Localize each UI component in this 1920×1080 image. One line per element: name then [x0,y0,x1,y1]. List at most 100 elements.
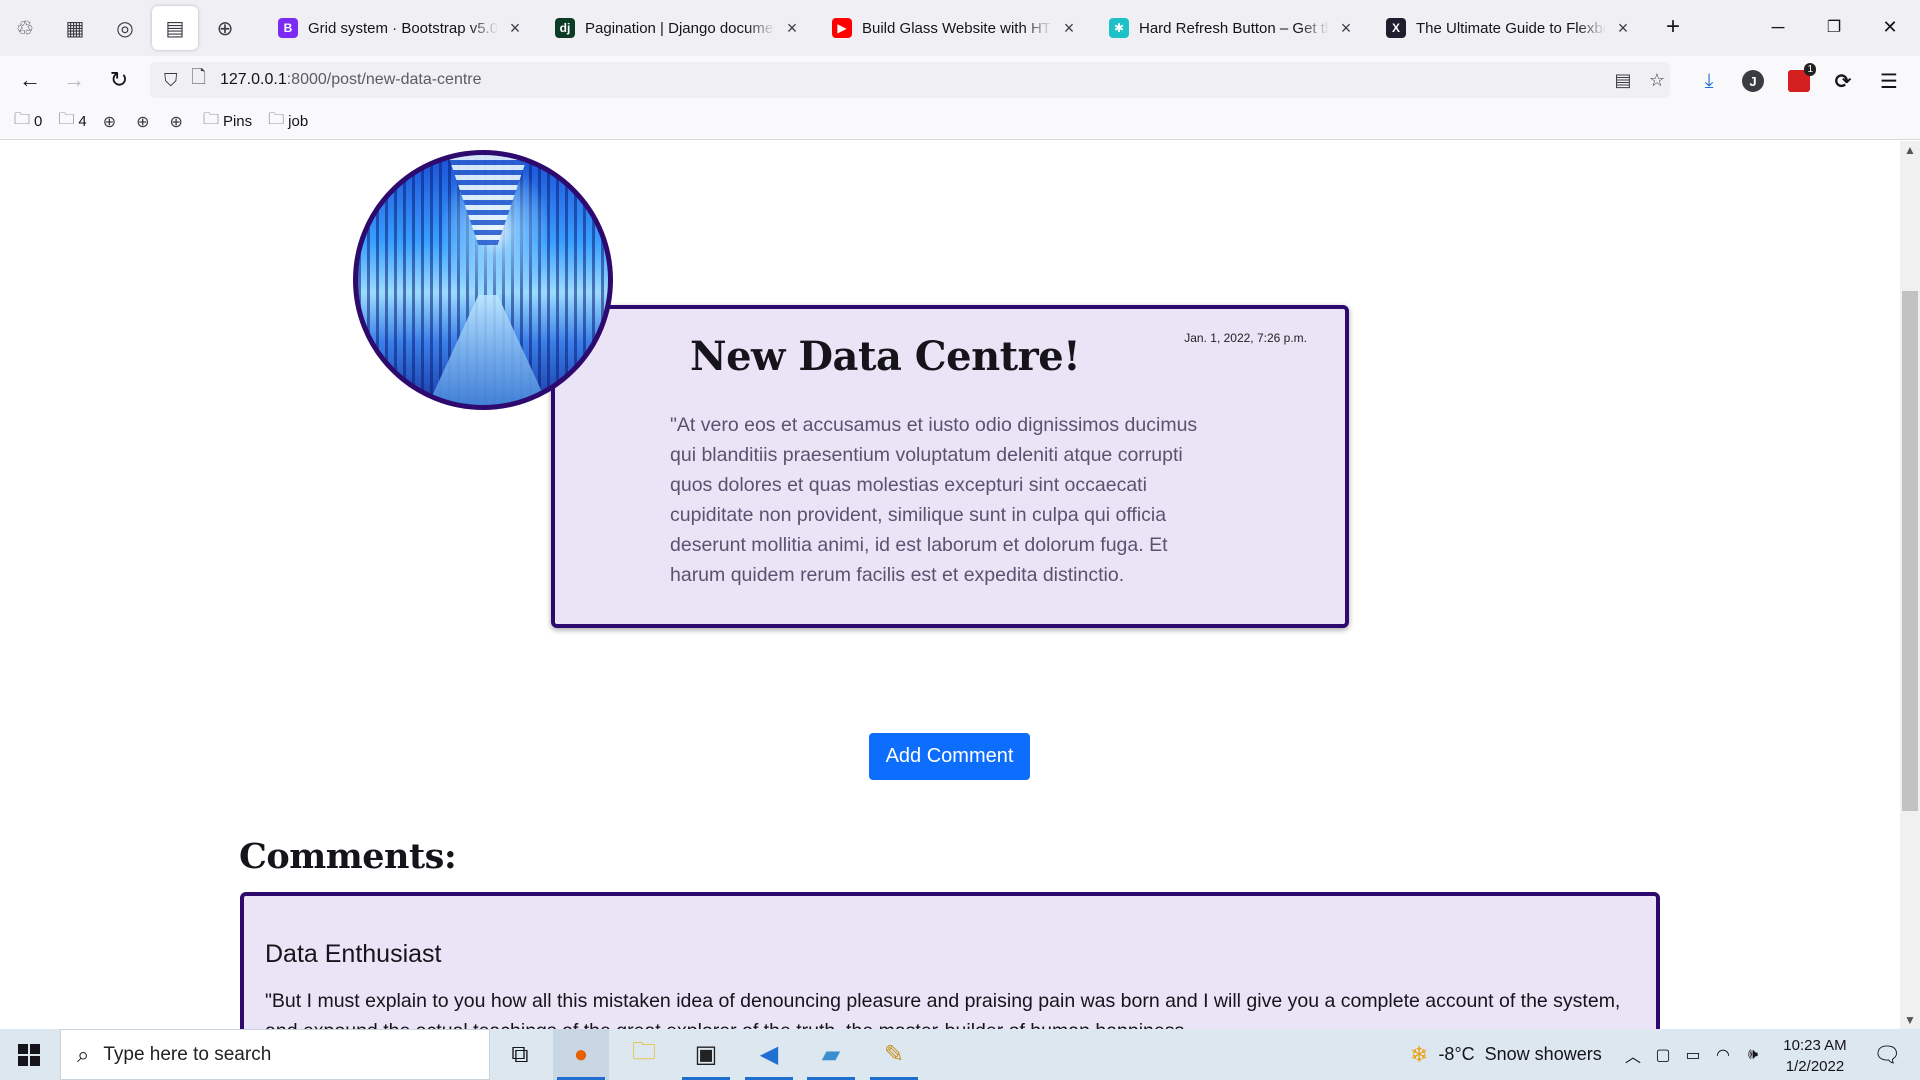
task-view-button[interactable]: ⧉ [492,1029,548,1080]
globe-icon: ⊕ [169,113,183,131]
pinned-tab-icon: ◎ [116,17,134,40]
image-ceiling-lights [448,155,528,245]
post-card: New Data Centre! Jan. 1, 2022, 7:26 p.m.… [551,305,1349,628]
bootstrap-favicon-icon: B [278,18,298,38]
comments-heading: Comments: [239,836,457,877]
notification-center-icon[interactable]: 🗨 [1862,1029,1912,1080]
restore-button[interactable]: ❐ [1811,8,1857,46]
tab-flexbox-guide[interactable]: X The Ultimate Guide to Flexbox × [1376,6,1644,50]
minimize-button[interactable]: ─ [1755,8,1801,46]
reader-view-icon[interactable]: ▤ [1608,66,1638,94]
extension-favicon-icon: ✱ [1109,18,1129,38]
tab-bar: ♲ ▦ ◎ ▤ ⊕ B Grid system · Bootstrap v5.0… [0,0,1920,56]
clock-date: 1/2/2022 [1785,1058,1845,1075]
close-window-button[interactable]: ✕ [1867,8,1913,46]
profile-initial: J [1742,70,1764,92]
close-tab-icon[interactable]: × [1335,18,1357,39]
tray-chevron-up-icon[interactable]: ︿ [1620,1029,1646,1080]
close-tab-icon[interactable]: × [1058,18,1080,39]
sync-icon[interactable]: ⟳ [1826,66,1860,96]
close-tab-icon[interactable]: × [1612,18,1634,39]
scroll-down-arrow-icon[interactable]: ▼ [1900,1013,1920,1027]
search-placeholder: Type here to search [103,1043,272,1065]
weather-temp: -8°C [1438,1044,1475,1064]
tab-glass-website[interactable]: ▶ Build Glass Website with HTML × [822,6,1090,50]
pinned-tab-icon: ▤ [165,17,185,40]
windows-taskbar: ⌕ Type here to search ⧉ ● 🗀 ▣ ◀ ▰ ✎ ❄ -8… [0,1029,1920,1080]
weather-widget[interactable]: ❄ -8°C Snow showers [1410,1029,1602,1080]
comment-author: Data Enthusiast [265,940,442,968]
taskbar-terminal[interactable]: ▣ [678,1029,734,1080]
bookmark-globe-3[interactable]: ⊕ [170,112,187,132]
address-bar[interactable]: ⛉ 🗋 127.0.0.1:8000/post/new-data-centre … [150,62,1670,98]
url-path: :8000/post/new-data-centre [286,71,482,88]
pinned-tab-2[interactable]: ▦ [52,6,98,50]
bookmark-folder-4[interactable]: 🗀 4 [58,108,86,135]
tab-title: The Ultimate Guide to Flexbox [1416,19,1606,37]
bookmark-label: 0 [34,113,43,130]
tab-title: Build Glass Website with HTML [862,19,1052,37]
reload-icon: ↻ [109,67,129,92]
page-icon[interactable]: 🗋 [192,65,206,95]
tab-bootstrap-grid[interactable]: B Grid system · Bootstrap v5.0 × [268,6,536,50]
page-viewport: New Data Centre! Jan. 1, 2022, 7:26 p.m.… [0,141,1900,1029]
pinned-tab-1[interactable]: ♲ [2,6,48,50]
tab-title: Pagination | Django documentation [585,19,775,37]
pinned-tab-3[interactable]: ◎ [102,6,148,50]
battery-icon[interactable]: ▭ [1680,1029,1706,1080]
comment-text: "But I must explain to you how all this … [265,990,1621,1029]
taskbar-notepad[interactable]: ▰ [803,1029,859,1080]
bookmark-globe-1[interactable]: ⊕ [103,112,120,132]
bookmark-globe-2[interactable]: ⊕ [136,112,153,132]
tab-django-pagination[interactable]: dj Pagination | Django documentation × [545,6,813,50]
close-tab-icon[interactable]: × [781,18,803,39]
profile-avatar[interactable]: J [1736,66,1770,96]
meet-now-icon[interactable]: ▢ [1650,1029,1676,1080]
add-comment-button[interactable]: Add Comment [869,733,1030,780]
paint-icon: ✎ [883,1041,905,1068]
bookmark-folder-0[interactable]: 🗀 0 [14,108,42,135]
folder-icon: 🗀 [268,111,285,128]
extension-button[interactable]: 1 [1782,63,1816,96]
system-clock[interactable]: 10:23 AM 1/2/2022 [1770,1035,1860,1077]
pinned-tab-icon: ▦ [65,17,85,40]
bookmarks-toolbar: 🗀 0 🗀 4 ⊕ ⊕ ⊕ 🗀 Pins 🗀 job [0,104,1920,140]
reload-button[interactable]: ↻ [101,64,137,96]
tab-hard-refresh[interactable]: ✱ Hard Refresh Button – Get this × [1099,6,1367,50]
start-button[interactable] [0,1029,58,1080]
taskbar-search[interactable]: ⌕ Type here to search [60,1029,490,1080]
bookmark-star-icon[interactable]: ☆ [1642,66,1672,94]
wifi-icon[interactable]: ◠ [1710,1029,1736,1080]
taskbar-firefox[interactable]: ● [553,1029,609,1080]
post-date: Jan. 1, 2022, 7:26 p.m. [1184,331,1307,345]
pinned-tab-4-active[interactable]: ▤ [152,6,198,50]
arrow-left-icon: ← [19,67,41,92]
back-button[interactable]: ← [12,64,48,96]
folder-icon: 🗀 [58,111,75,128]
pinned-tab-icon: ♲ [16,17,34,40]
new-tab-button[interactable]: + [1650,8,1696,46]
scroll-up-arrow-icon[interactable]: ▲ [1900,143,1920,157]
taskbar-file-explorer[interactable]: 🗀 [616,1029,672,1080]
globe-icon: ⊕ [102,113,117,131]
pinned-tab-icon: ⊕ [216,17,234,40]
scrollbar-thumb[interactable] [1902,291,1918,811]
forward-button[interactable]: → [56,64,92,96]
pinned-tab-5[interactable]: ⊕ [202,6,248,50]
downloads-icon[interactable]: ⤓ [1692,66,1726,96]
shield-icon[interactable]: ⛉ [164,70,178,91]
tab-title: Hard Refresh Button – Get this [1139,19,1329,37]
menu-icon[interactable]: ☰ [1872,66,1906,96]
taskbar-paint[interactable]: ✎ [866,1029,922,1080]
url-host: 127.0.0.1 [219,71,287,88]
bookmark-label: job [288,113,309,130]
page-scrollbar[interactable]: ▲ ▼ [1900,141,1920,1029]
notepad-icon: ▰ [821,1041,841,1068]
snow-weather-icon: ❄ [1410,1041,1429,1067]
bookmark-folder-pins[interactable]: 🗀 Pins [203,108,252,135]
taskbar-vscode[interactable]: ◀ [741,1029,797,1080]
bookmark-folder-job[interactable]: 🗀 job [268,108,308,135]
search-icon: ⌕ [77,1041,90,1067]
volume-icon[interactable]: 🕪 [1740,1029,1766,1080]
close-tab-icon[interactable]: × [504,18,526,39]
